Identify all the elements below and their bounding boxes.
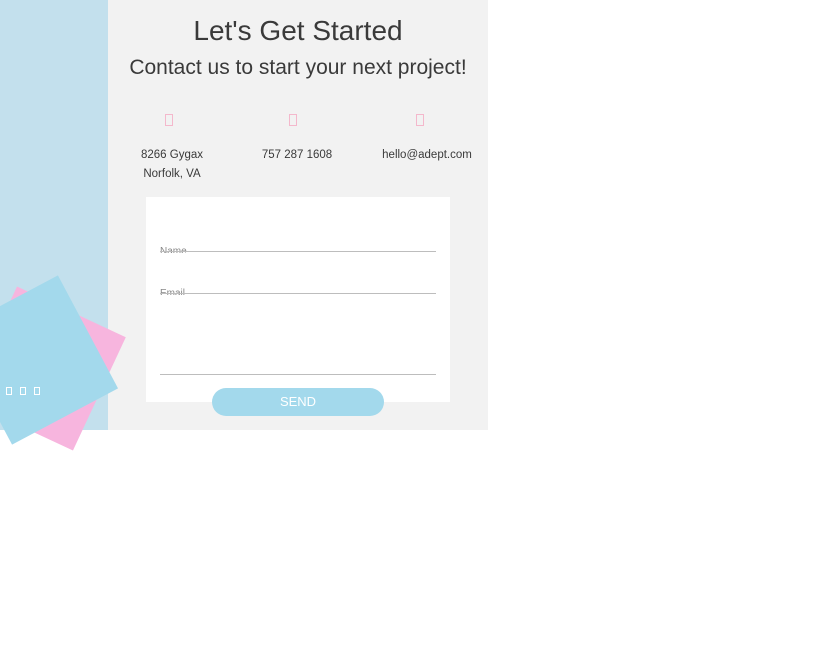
send-button[interactable]: SEND <box>212 388 384 416</box>
address-info: 8266 Gygax Norfolk, VA <box>122 146 222 184</box>
page: Let's Get Started Contact us to start yo… <box>0 0 830 658</box>
name-input[interactable] <box>160 251 436 252</box>
social-icon-3[interactable] <box>34 387 40 395</box>
address-line-1: 8266 Gygax <box>140 149 203 161</box>
social-icon-2[interactable] <box>20 387 26 395</box>
address-line-2: Norfolk, VA <box>143 168 201 180</box>
page-title: Let's Get Started <box>193 15 403 46</box>
message-textarea[interactable] <box>160 374 436 375</box>
location-icon <box>165 114 173 126</box>
social-links <box>6 387 40 395</box>
email-input[interactable] <box>160 293 436 294</box>
contact-form <box>146 197 450 402</box>
phone-icon <box>289 114 297 126</box>
email-icon <box>416 114 424 126</box>
email-address: hello@adept.com <box>382 149 472 161</box>
social-icon-1[interactable] <box>6 387 12 395</box>
page-subtitle: Contact us to start your next project! <box>129 56 467 79</box>
phone-number: 757 287 1608 <box>261 149 333 161</box>
blue-decorative-square <box>0 275 119 445</box>
